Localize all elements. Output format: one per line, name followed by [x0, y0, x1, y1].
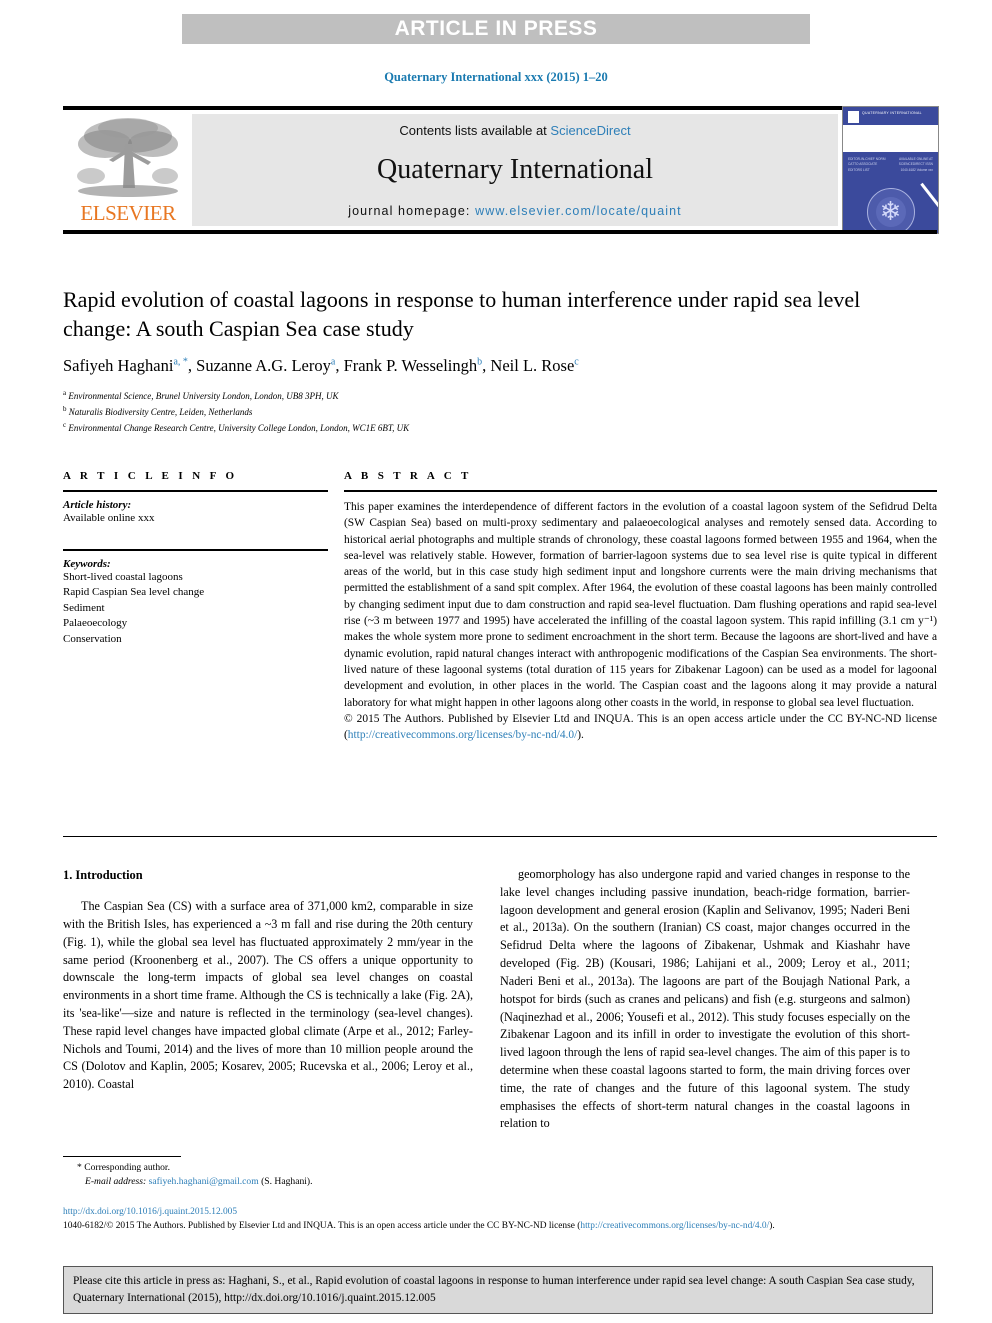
legal-license-line: 1040-6182/© 2015 The Authors. Published …	[63, 1220, 937, 1234]
keyword-item: Conservation	[63, 633, 122, 646]
journal-title: Quaternary International	[377, 154, 653, 185]
cover-white-panel	[843, 125, 938, 152]
article-info-column: A R T I C L E I N F O Article history: A…	[63, 470, 328, 648]
legal-block: http://dx.doi.org/10.1016/j.quaint.2015.…	[63, 1206, 937, 1233]
article-info-heading: A R T I C L E I N F O	[63, 470, 238, 482]
keyword-item: Palaeoecology	[63, 617, 128, 630]
elsevier-logo: ELSEVIER	[67, 114, 189, 226]
abstract-body: This paper examines the interdependence …	[344, 501, 937, 709]
masthead-bottom-rule	[63, 230, 937, 234]
journal-homepage-line: journal homepage: www.elsevier.com/locat…	[192, 204, 838, 218]
corresponding-author-line: * Corresponding author.	[77, 1162, 170, 1173]
article-history-label: Article history:	[63, 499, 132, 511]
homepage-prefix: journal homepage:	[348, 204, 476, 218]
cover-issue-text: AVAILABLE ONLINE AT SCIENCEDIRECT ISSN 1…	[898, 157, 933, 172]
affiliation-text-1: Naturalis Biodiversity Centre, Leiden, N…	[68, 406, 253, 417]
author-name-2: Frank P. Wesselingh	[343, 356, 478, 375]
contents-prefix: Contents lists available at	[399, 123, 551, 138]
affiliation-mark-2: c	[63, 420, 67, 429]
legal-text-tail: ).	[769, 1220, 775, 1231]
cover-body-panel: EDITOR-IN-CHIEF NORM CATTO ASSOCIATE EDI…	[843, 152, 938, 233]
journal-homepage-link[interactable]: www.elsevier.com/locate/quaint	[475, 204, 682, 218]
author-marks-0: a, *	[173, 356, 188, 368]
introduction-paragraph-right: geomorphology has also undergone rapid a…	[500, 867, 910, 1131]
keywords-list: Short-lived coastal lagoons Rapid Caspia…	[63, 570, 328, 648]
contents-available-line: Contents lists available at ScienceDirec…	[192, 123, 838, 138]
author-name-0: Safiyeh Haghani	[63, 356, 174, 375]
affiliation-list: a Environmental Science, Brunel Universi…	[63, 388, 893, 436]
email-label: E-mail address:	[85, 1176, 147, 1188]
affiliation-item: b Naturalis Biodiversity Centre, Leiden,…	[63, 404, 893, 420]
legal-license-link[interactable]: http://creativecommons.org/licenses/by-n…	[580, 1221, 769, 1231]
journal-citation-line: Quaternary International xxx (2015) 1–20	[384, 70, 608, 84]
keyword-item: Sediment	[63, 601, 105, 614]
keywords-label: Keywords:	[63, 557, 111, 570]
introduction-right-column: geomorphology has also undergone rapid a…	[500, 866, 910, 1133]
author-name-1: Suzanne A.G. Leroy	[196, 356, 331, 375]
masthead-top-rule	[63, 106, 937, 110]
abstract-heading: A B S T R A C T	[344, 470, 472, 482]
email-line: E-mail address: safiyeh.haghani@gmail.co…	[63, 1175, 473, 1189]
corresponding-author-footnote: * Corresponding author. E-mail address: …	[63, 1156, 473, 1190]
author-email-link[interactable]: safiyeh.haghani@gmail.com	[149, 1176, 259, 1187]
abstract-rule	[344, 490, 937, 492]
page-title: Rapid evolution of coastal lagoons in re…	[63, 287, 861, 341]
email-suffix: (S. Haghani).	[261, 1176, 313, 1188]
author-marks-2: b	[477, 356, 483, 368]
cover-title-text: QUATERNARY INTERNATIONAL	[862, 111, 922, 115]
keyword-item: Rapid Caspian Sea level change	[63, 586, 205, 599]
author-marks-3: c	[574, 356, 579, 368]
article-in-press-banner: ARTICLE IN PRESS	[182, 14, 810, 44]
article-in-press-label: ARTICLE IN PRESS	[394, 17, 598, 40]
cover-badge-icon	[847, 110, 860, 124]
elsevier-wordmark: ELSEVIER	[80, 201, 176, 225]
introduction-paragraph-left: The Caspian Sea (CS) with a surface area…	[63, 899, 473, 1092]
author-list: Safiyeh Haghania, *, Suzanne A.G. Leroya…	[63, 356, 579, 375]
introduction-left-column: 1. Introduction The Caspian Sea (CS) wit…	[63, 866, 473, 1094]
author-name-3: Neil L. Rose	[490, 356, 575, 375]
band-bottom-rule	[63, 836, 937, 837]
footnote-rule	[63, 1156, 181, 1157]
cover-editor-text: EDITOR-IN-CHIEF NORM CATTO ASSOCIATE EDI…	[848, 157, 886, 172]
keywords-rule	[63, 548, 328, 551]
cc-license-link[interactable]: http://creativecommons.org/licenses/by-n…	[348, 729, 577, 741]
cover-header-bar: QUATERNARY INTERNATIONAL	[843, 107, 938, 125]
author-marks-1: a	[330, 356, 336, 368]
please-cite-box: Please cite this article in press as: Ha…	[63, 1266, 933, 1314]
journal-cover-thumbnail[interactable]: QUATERNARY INTERNATIONAL EDITOR-IN-CHIEF…	[842, 106, 939, 234]
abstract-column: A B S T R A C T This paper examines the …	[344, 470, 937, 743]
article-history-value: Available online xxx	[63, 512, 155, 524]
doi-link[interactable]: http://dx.doi.org/10.1016/j.quaint.2015.…	[63, 1206, 937, 1220]
legal-text: 1040-6182/© 2015 The Authors. Published …	[63, 1220, 581, 1231]
section-heading-introduction: 1. Introduction	[63, 868, 143, 882]
keyword-item: Short-lived coastal lagoons	[63, 570, 183, 583]
elsevier-tree-icon	[77, 118, 178, 197]
sciencedirect-link[interactable]: ScienceDirect	[550, 123, 630, 138]
journal-masthead: ELSEVIER Contents lists available at Sci…	[63, 106, 939, 234]
affiliation-item: c Environmental Change Research Centre, …	[63, 420, 893, 436]
please-cite-text: Please cite this article in press as: Ha…	[73, 1275, 915, 1305]
copyright-tail: ).	[577, 729, 584, 742]
article-info-rule	[63, 490, 328, 492]
affiliation-text-2: Environmental Change Research Centre, Un…	[68, 422, 410, 433]
affiliation-mark-0: a	[63, 389, 67, 397]
affiliation-text-0: Environmental Science, Brunel University…	[68, 391, 339, 401]
abstract-copyright: © 2015 The Authors. Published by Elsevie…	[344, 711, 937, 744]
journal-info-box: Contents lists available at ScienceDirec…	[192, 114, 838, 226]
affiliation-item: a Environmental Science, Brunel Universi…	[63, 388, 893, 404]
affiliation-mark-1: b	[63, 404, 67, 413]
